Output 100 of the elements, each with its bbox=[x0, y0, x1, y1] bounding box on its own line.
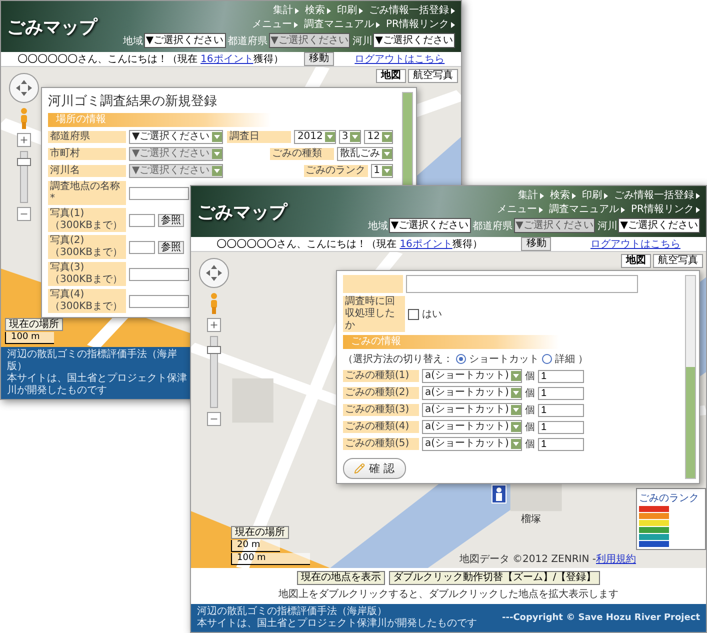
kind-select[interactable]: a(ショートカット) bbox=[422, 437, 522, 451]
pan-control[interactable] bbox=[9, 73, 39, 103]
kind-select[interactable]: a(ショートカット) bbox=[422, 403, 522, 417]
field-label: ごみの種類(2) bbox=[343, 387, 419, 399]
browse-button[interactable]: 参照 bbox=[158, 214, 184, 226]
map-action-button[interactable]: ダブルクリック動作切替【ズーム】/【登録】 bbox=[388, 571, 600, 585]
kind-select[interactable]: a(ショートカット) bbox=[422, 386, 522, 400]
dropdown-icon[interactable] bbox=[510, 422, 521, 432]
pan-control[interactable] bbox=[199, 258, 229, 288]
nav-link[interactable]: ごみ情報一括登録 bbox=[614, 190, 700, 202]
dropdown-icon[interactable] bbox=[382, 132, 392, 142]
field-label: ごみの種類(4) bbox=[343, 421, 419, 433]
map-type-tab[interactable]: 地図 bbox=[376, 69, 406, 83]
date-select[interactable]: 12 bbox=[364, 130, 393, 144]
count-field[interactable]: 1 bbox=[538, 438, 584, 450]
zoom-out-button[interactable] bbox=[207, 412, 221, 426]
map-action-button[interactable]: 現在の地点を表示 bbox=[296, 571, 385, 585]
greeting-text: 〇〇〇〇〇〇さん、こんにちは！（現在 16ポイント 獲得） bbox=[216, 238, 482, 250]
browse-button[interactable]: 参照 bbox=[158, 240, 184, 254]
nav-link[interactable]: 印刷 bbox=[582, 190, 608, 202]
nav-link[interactable]: PR情報リンク bbox=[631, 204, 700, 216]
count-field[interactable]: 1 bbox=[538, 386, 584, 400]
nav-link[interactable]: メニュー bbox=[497, 204, 544, 216]
attribution-text: 地図データ ©2012 ZENRIN - bbox=[459, 552, 596, 566]
dropdown-icon[interactable] bbox=[212, 132, 222, 142]
dropdown-icon[interactable] bbox=[382, 149, 392, 159]
dropdown-icon[interactable] bbox=[350, 132, 360, 142]
file-field[interactable] bbox=[129, 214, 155, 226]
zoom-slider[interactable] bbox=[20, 151, 28, 203]
nav-link[interactable]: ごみ情報一括登録 bbox=[369, 5, 455, 17]
kind-select[interactable]: a(ショートカット) bbox=[422, 420, 522, 434]
filter-select[interactable]: ▼ご選択ください bbox=[618, 218, 700, 233]
move-button[interactable]: 移動 bbox=[521, 237, 552, 251]
checkbox[interactable] bbox=[408, 308, 419, 320]
date-select[interactable]: 2012 bbox=[294, 130, 336, 144]
nav-link[interactable]: 集計 bbox=[273, 5, 299, 17]
filter-select[interactable]: ▼ご選択ください bbox=[144, 33, 226, 48]
dropdown-icon[interactable] bbox=[510, 388, 521, 398]
map-type-tab[interactable]: 地図 bbox=[621, 254, 651, 268]
dropdown-icon[interactable] bbox=[510, 439, 521, 449]
count-field[interactable]: 1 bbox=[538, 404, 584, 416]
nav-link[interactable]: 検索 bbox=[550, 190, 576, 202]
nav-link[interactable]: 集計 bbox=[518, 190, 544, 202]
logout-link[interactable]: ログアウトはこちら bbox=[590, 238, 680, 250]
input-field[interactable] bbox=[129, 294, 189, 308]
field-label: ごみの種類(3) bbox=[343, 404, 419, 416]
zoom-in-button[interactable] bbox=[17, 133, 31, 147]
file-field[interactable] bbox=[129, 240, 155, 254]
filter-select[interactable]: ▼ご選択ください bbox=[388, 218, 471, 233]
zoom-thumb[interactable] bbox=[17, 158, 31, 166]
select-field[interactable]: ▼ご選択ください bbox=[129, 130, 223, 144]
scrollbar[interactable] bbox=[685, 275, 696, 479]
nav-link[interactable]: 調査マニュアル bbox=[549, 204, 626, 216]
zoom-in-button[interactable] bbox=[207, 318, 221, 332]
zoom-thumb[interactable] bbox=[207, 346, 221, 354]
dropdown-icon[interactable] bbox=[510, 405, 521, 415]
input-field[interactable] bbox=[129, 268, 189, 280]
radio-button[interactable] bbox=[456, 354, 466, 364]
triangle-icon bbox=[539, 207, 544, 213]
marker-icon[interactable] bbox=[491, 484, 507, 504]
zoom-out-button[interactable] bbox=[17, 207, 31, 221]
points-link[interactable]: 16ポイント bbox=[200, 54, 254, 64]
unit-label: 個 bbox=[524, 421, 535, 434]
terms-link[interactable]: 利用規約 bbox=[596, 552, 636, 566]
radio-button[interactable] bbox=[542, 354, 552, 364]
date-select[interactable]: 3 bbox=[338, 130, 362, 144]
count-field[interactable]: 1 bbox=[538, 370, 584, 382]
radio-label: 詳細 bbox=[555, 352, 575, 366]
dropdown-icon[interactable] bbox=[510, 371, 521, 381]
field-label: 調査時に回収処理したか bbox=[343, 296, 405, 332]
nav-link[interactable]: 印刷 bbox=[337, 5, 363, 17]
kind-select[interactable]: a(ショートカット) bbox=[422, 369, 522, 383]
nav-link[interactable]: 調査マニュアル bbox=[304, 19, 380, 31]
triangle-icon bbox=[451, 8, 455, 14]
filter-label: 都道府県 bbox=[228, 34, 268, 48]
nav-link[interactable]: PR情報リンク bbox=[386, 19, 455, 31]
points-link[interactable]: 16ポイント bbox=[400, 238, 452, 250]
pegman-icon[interactable] bbox=[208, 292, 220, 314]
site-logo[interactable]: ごみマップ bbox=[197, 200, 287, 224]
zoom-slider[interactable] bbox=[210, 336, 218, 408]
dropdown-icon[interactable] bbox=[324, 132, 335, 142]
nav-link[interactable]: 検索 bbox=[305, 5, 331, 17]
map-type-tab[interactable]: 航空写真 bbox=[408, 69, 458, 83]
input-field[interactable] bbox=[129, 186, 189, 200]
location-button[interactable]: 現在の場所 bbox=[5, 318, 63, 331]
pan-arrows-icon bbox=[15, 79, 33, 97]
dropdown-icon[interactable] bbox=[382, 166, 392, 176]
pegman-icon[interactable] bbox=[18, 107, 30, 129]
map-type-tab[interactable]: 航空写真 bbox=[653, 254, 703, 268]
text-area-field[interactable] bbox=[406, 275, 638, 293]
logout-link[interactable]: ログアウトはこちら bbox=[354, 52, 445, 66]
unit-label: 個 bbox=[524, 370, 535, 383]
location-button[interactable]: 現在の場所 bbox=[231, 526, 289, 539]
filter-select[interactable]: ▼ご選択ください bbox=[373, 33, 455, 48]
move-button[interactable]: 移動 bbox=[304, 52, 334, 66]
confirm-button[interactable]: 確 認 bbox=[343, 458, 406, 479]
site-logo[interactable]: ごみマップ bbox=[7, 14, 97, 38]
nav-link[interactable]: メニュー bbox=[252, 19, 298, 31]
count-field[interactable]: 1 bbox=[538, 420, 584, 434]
triangle-icon bbox=[376, 22, 380, 28]
